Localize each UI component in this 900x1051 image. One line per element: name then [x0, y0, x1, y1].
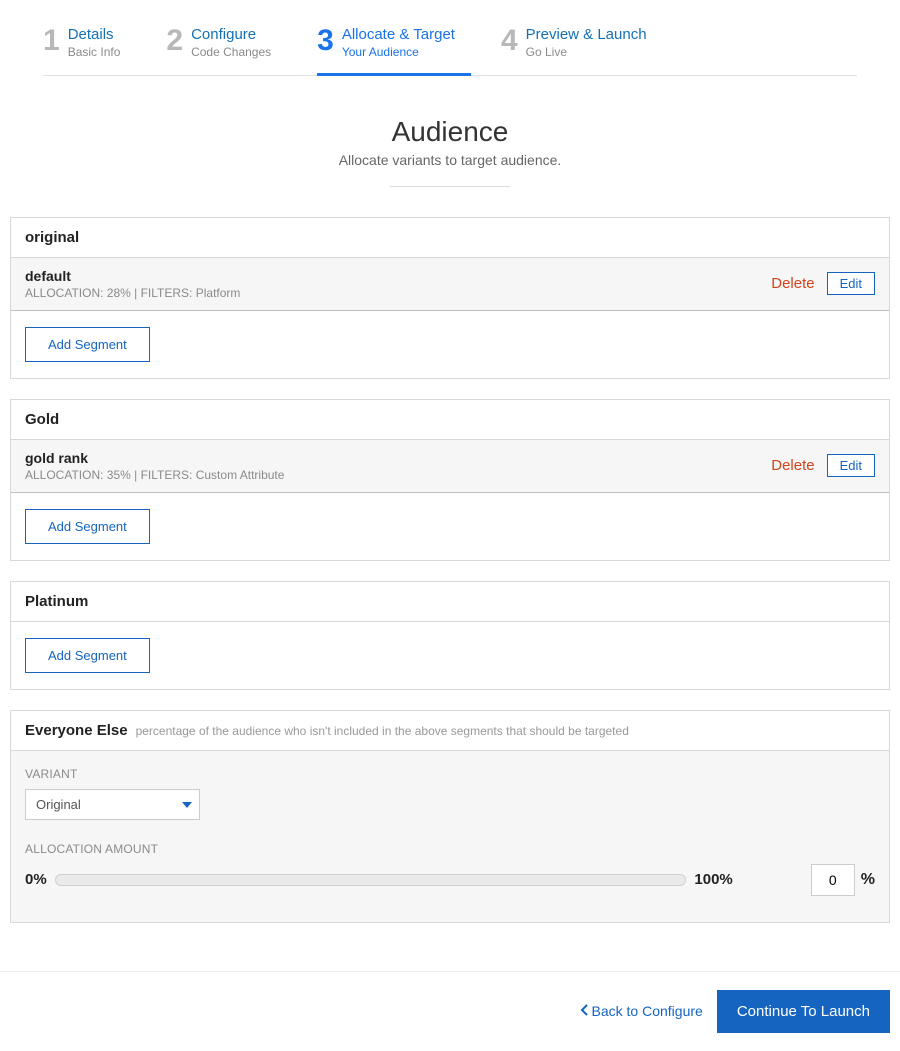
step-number: 1 — [43, 26, 60, 56]
delete-link[interactable]: Delete — [771, 275, 814, 292]
step-number: 3 — [317, 26, 334, 56]
edit-button[interactable]: Edit — [827, 454, 875, 477]
add-segment-button[interactable]: Add Segment — [25, 509, 150, 544]
variant-select[interactable]: Original — [25, 789, 200, 820]
everyone-else-panel: Everyone Else percentage of the audience… — [10, 710, 890, 923]
heading-divider — [390, 186, 510, 187]
step-title: Allocate & Target — [342, 26, 455, 45]
step-details[interactable]: 1 Details Basic Info — [43, 20, 136, 75]
wizard-steps: 1 Details Basic Info 2 Configure Code Ch… — [43, 20, 857, 76]
variant-name: Platinum — [11, 582, 889, 622]
add-segment-button[interactable]: Add Segment — [25, 638, 150, 673]
allocation-slider[interactable] — [55, 874, 687, 886]
footer-actions: Back to Configure Continue To Launch — [0, 971, 900, 1051]
back-link[interactable]: Back to Configure — [580, 1003, 703, 1019]
variant-name: original — [11, 218, 889, 258]
segment-meta: ALLOCATION: 35% | FILTERS: Custom Attrib… — [25, 468, 284, 482]
segment-row: gold rank ALLOCATION: 35% | FILTERS: Cus… — [11, 440, 889, 493]
edit-button[interactable]: Edit — [827, 272, 875, 295]
add-segment-button[interactable]: Add Segment — [25, 327, 150, 362]
segment-name: default — [25, 268, 240, 284]
variant-panel-platinum: Platinum Add Segment — [10, 581, 890, 690]
segment-name: gold rank — [25, 450, 284, 466]
variant-name: Gold — [11, 400, 889, 440]
step-subtitle: Basic Info — [68, 45, 121, 59]
variant-panel-original: original default ALLOCATION: 28% | FILTE… — [10, 217, 890, 379]
step-number: 4 — [501, 26, 518, 56]
step-preview-launch[interactable]: 4 Preview & Launch Go Live — [501, 20, 663, 75]
step-title: Details — [68, 26, 121, 45]
slider-min-label: 0% — [25, 871, 47, 888]
step-title: Configure — [191, 26, 271, 45]
everyone-title: Everyone Else — [25, 722, 128, 739]
page-subtitle: Allocate variants to target audience. — [0, 152, 900, 168]
delete-link[interactable]: Delete — [771, 457, 814, 474]
variant-panel-gold: Gold gold rank ALLOCATION: 35% | FILTERS… — [10, 399, 890, 561]
segment-meta: ALLOCATION: 28% | FILTERS: Platform — [25, 286, 240, 300]
everyone-hint: percentage of the audience who isn't inc… — [136, 724, 629, 738]
step-configure[interactable]: 2 Configure Code Changes — [166, 20, 287, 75]
content: original default ALLOCATION: 28% | FILTE… — [10, 217, 890, 923]
variant-label: VARIANT — [25, 767, 875, 781]
slider-max-label: 100% — [694, 871, 732, 888]
back-link-label: Back to Configure — [592, 1003, 703, 1019]
allocation-input[interactable] — [811, 864, 855, 896]
step-subtitle: Go Live — [526, 45, 647, 59]
percent-label: % — [861, 871, 875, 889]
page-heading: Audience Allocate variants to target aud… — [0, 116, 900, 187]
step-allocate-target[interactable]: 3 Allocate & Target Your Audience — [317, 20, 471, 76]
chevron-left-icon — [580, 1003, 588, 1019]
step-number: 2 — [166, 26, 183, 56]
step-subtitle: Code Changes — [191, 45, 271, 59]
continue-button[interactable]: Continue To Launch — [717, 990, 890, 1033]
page-title: Audience — [0, 116, 900, 148]
step-title: Preview & Launch — [526, 26, 647, 45]
segment-row: default ALLOCATION: 28% | FILTERS: Platf… — [11, 258, 889, 311]
allocation-label: ALLOCATION AMOUNT — [25, 842, 875, 856]
step-subtitle: Your Audience — [342, 45, 455, 59]
